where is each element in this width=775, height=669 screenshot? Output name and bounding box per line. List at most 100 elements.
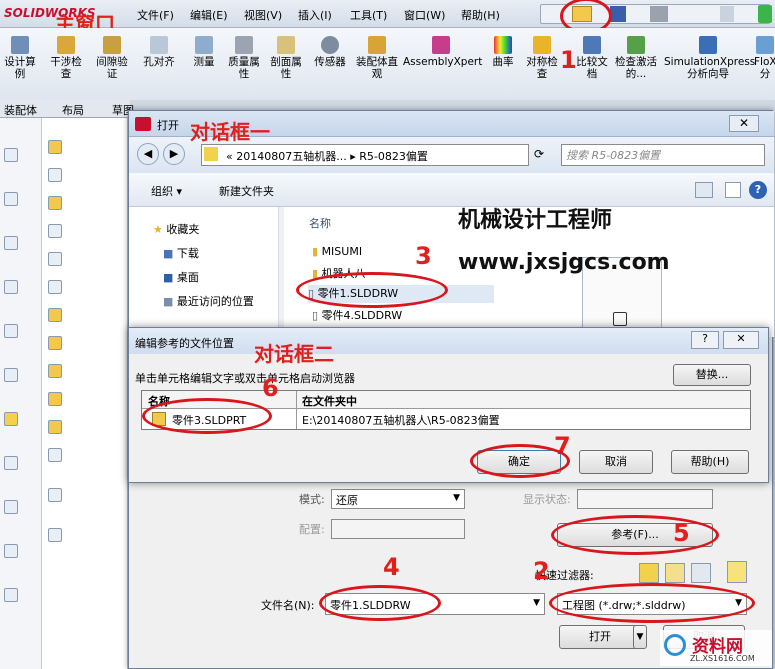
design-study-icon (11, 36, 29, 54)
compare-docs-button[interactable]: 比较文档 (572, 36, 612, 80)
nav-desktop[interactable]: ■ 桌面 (163, 269, 199, 285)
organize-button[interactable]: 组织 ▾ (151, 183, 182, 199)
sensor-button[interactable]: 传感器 (310, 36, 350, 68)
tool-icon[interactable] (4, 280, 18, 294)
close-icon[interactable]: ✕ (723, 331, 759, 349)
filter-assembly-icon[interactable] (665, 563, 685, 583)
curvature-icon (494, 36, 512, 54)
tree-item-icon[interactable] (48, 196, 62, 210)
help-icon[interactable]: ? (749, 181, 767, 199)
mass-props-button[interactable]: 质量属性 (224, 36, 264, 80)
tool-icon[interactable] (4, 500, 18, 514)
tool-icon[interactable] (4, 236, 18, 250)
tree-item-icon[interactable] (48, 488, 62, 502)
close-icon[interactable]: ✕ (729, 115, 759, 132)
tree-item-icon[interactable] (48, 252, 62, 266)
assembly-visual-button[interactable]: 装配体直观 (355, 36, 399, 80)
menu-insert[interactable]: 插入(I) (298, 7, 332, 23)
tool-icon[interactable] (4, 412, 18, 426)
forward-icon[interactable]: ▶ (163, 143, 185, 165)
traffic-light-icon[interactable] (758, 5, 772, 23)
col-folder-header[interactable]: 在文件夹中 (302, 393, 357, 409)
step-2: 2 (533, 557, 550, 585)
help-icon[interactable]: ? (691, 331, 719, 349)
tool-icon[interactable] (4, 148, 18, 162)
logo-icon (664, 634, 686, 656)
select-icon[interactable] (720, 6, 734, 22)
nav-recent[interactable]: ■ 最近访问的位置 (163, 293, 254, 309)
back-icon[interactable]: ◀ (137, 143, 159, 165)
menu-bar: SOLIDWORKS 文件(F) 编辑(E) 视图(V) 插入(I) 工具(T)… (0, 0, 775, 28)
menu-view[interactable]: 视图(V) (244, 7, 282, 23)
search-input[interactable]: 搜索 R5-0823偏置 (561, 144, 765, 166)
check-active-button[interactable]: 检查激活的... (614, 36, 658, 80)
curvature-button[interactable]: 曲率 (486, 36, 520, 68)
ref-folder-path[interactable]: E:\20140807五轴机器人\R5-0823偏置 (302, 412, 500, 428)
config-select[interactable] (331, 519, 465, 539)
open-dropdown-icon[interactable]: ▼ (633, 625, 647, 649)
tab-layout[interactable]: 布局 (62, 102, 84, 118)
tool-icon[interactable] (4, 588, 18, 602)
measure-button[interactable]: 测量 (184, 36, 224, 68)
tree-item-icon[interactable] (48, 168, 62, 182)
hole-align-button[interactable]: 孔对齐 (138, 36, 180, 68)
preview-pane-icon[interactable] (725, 182, 741, 198)
assemblyxpert-button[interactable]: AssemblyXpert (403, 36, 482, 68)
interference-check-button[interactable]: 干涉检查 (46, 36, 86, 80)
tree-item-icon[interactable] (48, 392, 62, 406)
tree-item-icon[interactable] (48, 308, 62, 322)
save-icon[interactable] (610, 6, 626, 22)
display-state-select[interactable] (577, 489, 713, 509)
file-item[interactable]: ▯ 零件4.SLDDRW (312, 307, 402, 323)
column-name[interactable]: 名称 (309, 215, 331, 231)
section-props-button[interactable]: 剖面属性 (266, 36, 306, 80)
check-icon (627, 36, 645, 54)
recent-icon: ■ (163, 295, 174, 308)
interference-icon (57, 36, 75, 54)
clearance-button[interactable]: 间隙验证 (92, 36, 132, 80)
mode-select[interactable]: 还原 ▼ (331, 489, 465, 509)
symmetry-check-button[interactable]: 对称检查 (522, 36, 562, 80)
file-item[interactable]: ▮ MISUMI (312, 245, 362, 258)
design-study-button[interactable]: 设计算例 (0, 36, 40, 80)
tree-item-icon[interactable] (48, 280, 62, 294)
open-button[interactable]: 打开 (559, 625, 641, 649)
tree-item-icon[interactable] (48, 224, 62, 238)
view-icon[interactable] (695, 182, 713, 198)
tree-item-icon[interactable] (48, 336, 62, 350)
refresh-icon[interactable]: ⟳ (534, 147, 544, 161)
menu-help[interactable]: 帮助(H) (461, 7, 500, 23)
tree-item-icon[interactable] (48, 140, 62, 154)
simulationxpress-button[interactable]: SimulationXpress 分析向导 (664, 36, 755, 80)
replace-button[interactable]: 替换... (673, 364, 751, 386)
tab-assembly[interactable]: 装配体 (4, 102, 37, 118)
feature-manager-tree (42, 118, 128, 669)
references-help-button[interactable]: 帮助(H) (671, 450, 749, 474)
tree-item-icon[interactable] (48, 420, 62, 434)
menu-file[interactable]: 文件(F) (137, 7, 174, 23)
references-cancel-button[interactable]: 取消 (579, 450, 653, 474)
floxpress-button[interactable]: FloXpress 分 (754, 36, 775, 80)
filter-top-icon[interactable] (727, 561, 747, 583)
tool-icon[interactable] (4, 192, 18, 206)
nav-downloads[interactable]: ■ 下载 (163, 245, 199, 261)
menu-tools[interactable]: 工具(T) (350, 7, 387, 23)
download-icon: ■ (163, 247, 174, 260)
print-icon[interactable] (650, 6, 668, 22)
filter-drawing-icon[interactable] (691, 563, 711, 583)
filter-part-icon[interactable] (639, 563, 659, 583)
tool-icon[interactable] (4, 368, 18, 382)
address-bar[interactable]: « 20140807五轴机器... ▸ R5-0823偏置 (201, 144, 529, 166)
tool-icon[interactable] (4, 544, 18, 558)
tree-item-icon[interactable] (48, 364, 62, 378)
tool-icon[interactable] (4, 456, 18, 470)
tool-icon[interactable] (4, 324, 18, 338)
menu-window[interactable]: 窗口(W) (404, 7, 445, 23)
tree-item-icon[interactable] (48, 448, 62, 462)
nav-favorites[interactable]: ★ 收藏夹 (153, 221, 199, 237)
new-folder-button[interactable]: 新建文件夹 (219, 183, 274, 199)
warning-icon (533, 36, 551, 54)
menu-edit[interactable]: 编辑(E) (190, 7, 228, 23)
tree-item-icon[interactable] (48, 528, 62, 542)
step-4: 4 (383, 553, 400, 581)
